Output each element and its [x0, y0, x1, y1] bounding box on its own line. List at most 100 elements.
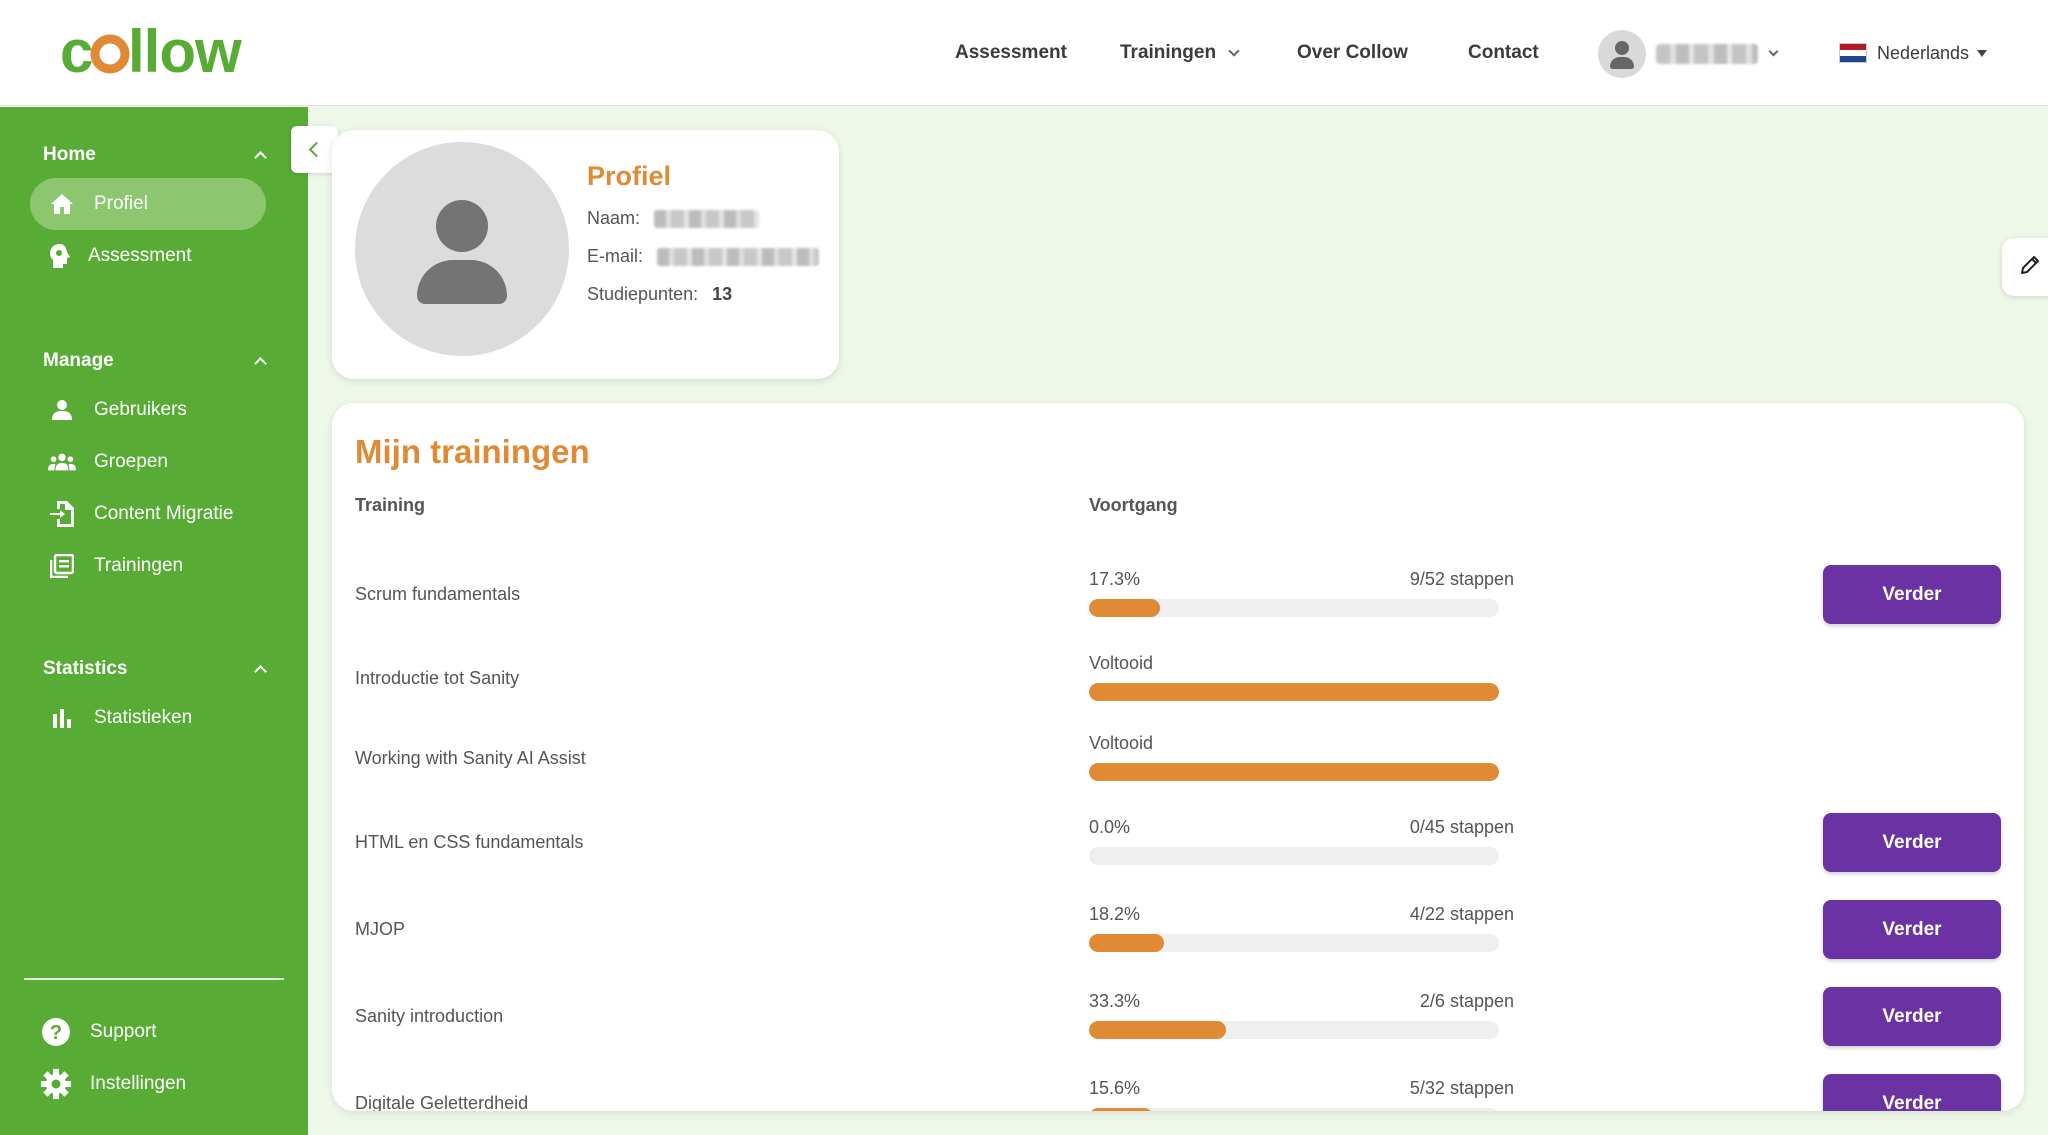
profile-name-row: Naam: [587, 208, 760, 229]
language-label: Nederlands [1877, 42, 1970, 63]
training-name: Digitale Geletterdheid [355, 1092, 529, 1112]
progress-percent: Voltooid [1089, 653, 1154, 673]
progress-bar [1089, 599, 1499, 617]
gear-icon [40, 1068, 72, 1100]
sidebar-section-title: Statistics [43, 658, 128, 679]
sidebar-section-statistics[interactable]: Statistics [43, 658, 267, 680]
group-icon [48, 448, 76, 476]
sidebar-item-profiel[interactable]: Profiel [30, 178, 266, 230]
progress-steps: 9/52 stappen [1409, 569, 1514, 589]
email-label: E-mail: [587, 246, 644, 266]
progress-bar [1089, 1021, 1499, 1039]
nav-assessment[interactable]: Assessment [955, 0, 1067, 106]
pencil-icon [2020, 255, 2040, 280]
progress-bar [1089, 763, 1499, 781]
sidebar-item-groepen[interactable]: Groepen [30, 436, 266, 488]
email-value-redacted [657, 247, 820, 266]
language-selector[interactable]: Nederlands [1839, 0, 1988, 106]
training-name: Sanity introduction [355, 1005, 504, 1026]
sidebar-item-label: Profiel [94, 193, 148, 214]
collow-logo[interactable]: c llow [60, 18, 270, 88]
profile-email-row: E-mail: [587, 246, 820, 267]
column-header-training: Training [355, 495, 426, 515]
sidebar-item-statistieken[interactable]: Statistieken [30, 692, 266, 744]
sidebar-item-label: Statistieken [94, 707, 193, 728]
nav-contact[interactable]: Contact [1468, 0, 1539, 106]
verder-button[interactable]: Verder [1823, 987, 2001, 1046]
verder-button[interactable]: Verder [1823, 813, 2001, 872]
name-value-redacted [654, 209, 760, 228]
nav-trainingen[interactable]: Trainingen [1120, 0, 1240, 106]
list-icon [48, 552, 76, 580]
edit-profile-button[interactable] [2002, 238, 2048, 296]
progress-bar-fill [1089, 683, 1499, 701]
sidebar-item-label: Assessment [88, 245, 192, 266]
progress-bar [1089, 1108, 1499, 1111]
collapse-sidebar-button[interactable] [291, 126, 338, 173]
sidebar-item-label: Trainingen [94, 555, 184, 576]
trainings-title: Mijn trainingen [355, 433, 590, 470]
home-icon [48, 190, 76, 218]
training-name: Scrum fundamentals [355, 583, 521, 604]
profile-avatar [355, 142, 569, 356]
progress-bar-fill [1089, 599, 1160, 617]
nav-assessment-label: Assessment [955, 42, 1067, 63]
progress-bar-fill [1089, 934, 1164, 952]
chevron-left-icon [308, 141, 325, 158]
verder-button[interactable]: Verder [1823, 1074, 2001, 1111]
sidebar-section-title: Home [43, 144, 96, 165]
training-name: HTML en CSS fundamentals [355, 831, 584, 852]
caret-down-icon [1977, 49, 1988, 57]
verder-button[interactable]: Verder [1823, 900, 2001, 959]
column-header-progress: Voortgang [1089, 495, 1178, 515]
verder-button[interactable]: Verder [1823, 565, 2001, 624]
progress-steps: 2/6 stappen [1419, 991, 1514, 1011]
progress-bar-fill [1089, 763, 1499, 781]
training-name: MJOP [355, 918, 406, 939]
profile-title: Profiel [587, 161, 672, 191]
sidebar-item-label: Gebruikers [94, 399, 187, 420]
help-icon: ? [40, 1016, 72, 1048]
sidebar-section-manage[interactable]: Manage [43, 350, 267, 372]
progress-percent: 33.3% [1089, 991, 1141, 1011]
nav-over-collow[interactable]: Over Collow [1297, 0, 1408, 106]
progress-percent: 17.3% [1089, 569, 1141, 589]
sidebar-item-label: Groepen [94, 451, 168, 472]
progress-steps: 5/32 stappen [1409, 1078, 1514, 1098]
profile-card: Profiel Naam: E-mail: Studiepunten: 13 [332, 130, 839, 379]
sidebar-section-title: Manage [43, 350, 114, 371]
sidebar-item-content-migratie[interactable]: Content Migratie [30, 488, 266, 540]
svg-text:llow: llow [128, 23, 242, 83]
nav-trainingen-label: Trainingen [1120, 42, 1217, 63]
user-icon [48, 396, 76, 424]
sidebar-item-label: Support [90, 1021, 157, 1042]
progress-bar [1089, 847, 1499, 865]
points-value: 13 [712, 284, 733, 304]
progress-steps: 4/22 stappen [1409, 904, 1514, 924]
user-menu[interactable] [1598, 30, 1779, 78]
progress-percent: 0.0% [1089, 817, 1131, 837]
progress-percent: Voltooid [1089, 733, 1154, 753]
netherlands-flag-icon [1839, 43, 1867, 63]
sidebar-item-assessment[interactable]: Assessment [30, 230, 266, 282]
sidebar-section-home[interactable]: Home [43, 144, 267, 166]
chevron-up-icon [254, 357, 267, 370]
training-name: Working with Sanity AI Assist [355, 747, 586, 768]
sidebar-item-label: Content Migratie [94, 503, 234, 524]
svg-text:?: ? [50, 1022, 62, 1044]
user-name-redacted [1656, 44, 1758, 64]
progress-percent: 18.2% [1089, 904, 1141, 924]
chevron-down-icon [1768, 46, 1779, 57]
points-label: Studiepunten: [587, 284, 699, 304]
file-import-icon [48, 500, 76, 528]
sidebar-divider [24, 978, 284, 980]
sidebar-item-trainingen[interactable]: Trainingen [30, 540, 266, 592]
brain-icon [46, 242, 74, 270]
sidebar-item-support[interactable]: ? Support [28, 1006, 157, 1058]
sidebar-item-instellingen[interactable]: Instellingen [28, 1058, 186, 1110]
bar-chart-icon [48, 704, 76, 732]
sidebar-item-gebruikers[interactable]: Gebruikers [30, 384, 266, 436]
progress-bar [1089, 934, 1499, 952]
svg-text:c: c [60, 23, 92, 83]
top-navigation-bar: c llow Assessment Trainingen Over Collow… [0, 0, 2048, 106]
